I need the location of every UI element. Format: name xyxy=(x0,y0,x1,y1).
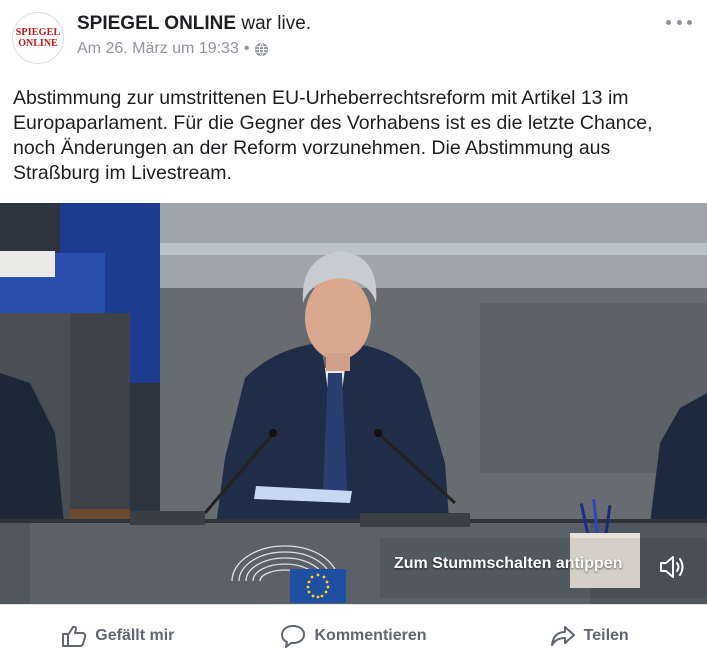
comment-bubble-icon xyxy=(281,624,306,648)
thumbs-up-icon xyxy=(62,625,87,647)
meta-separator: • xyxy=(243,40,250,57)
speaker-icon[interactable] xyxy=(658,554,686,580)
video-frame xyxy=(0,203,707,604)
share-button[interactable]: Teilen xyxy=(471,605,707,666)
post-title-line: SPIEGEL ONLINE war live. xyxy=(77,12,311,36)
more-dot xyxy=(666,19,671,25)
post-action-text: war live. xyxy=(236,13,312,34)
post-action-bar: Gefällt mir Kommentieren Teilen xyxy=(0,604,707,666)
post-header: SPIEGEL ONLINE SPIEGEL ONLINE war live. … xyxy=(0,0,707,72)
comment-label: Kommentieren xyxy=(314,626,427,644)
share-label: Teilen xyxy=(583,626,629,644)
more-dot xyxy=(676,19,682,25)
page-name-link[interactable]: SPIEGEL ONLINE xyxy=(77,13,236,34)
avatar-logo-line2: ONLINE xyxy=(18,37,58,49)
page-avatar[interactable]: SPIEGEL ONLINE xyxy=(12,12,64,64)
like-button[interactable]: Gefällt mir xyxy=(0,605,236,666)
comment-button[interactable]: Kommentieren xyxy=(236,605,472,666)
more-dot xyxy=(687,19,692,25)
like-label: Gefällt mir xyxy=(95,626,175,644)
post-timestamp[interactable]: Am 26. März um 19:33 xyxy=(77,40,239,58)
live-video-player[interactable] xyxy=(0,203,707,604)
post-text: Abstimmung zur umstrittenen EU-Urheberre… xyxy=(13,87,653,184)
avatar-logo-line1: SPIEGEL xyxy=(15,26,61,38)
post-meta: Am 26. März um 19:33 • xyxy=(77,40,269,58)
more-options-icon[interactable] xyxy=(666,12,692,32)
mute-prompt[interactable]: Zum Stummschalten antippen xyxy=(394,555,622,573)
share-arrow-icon xyxy=(550,625,575,646)
globe-icon xyxy=(255,42,269,56)
